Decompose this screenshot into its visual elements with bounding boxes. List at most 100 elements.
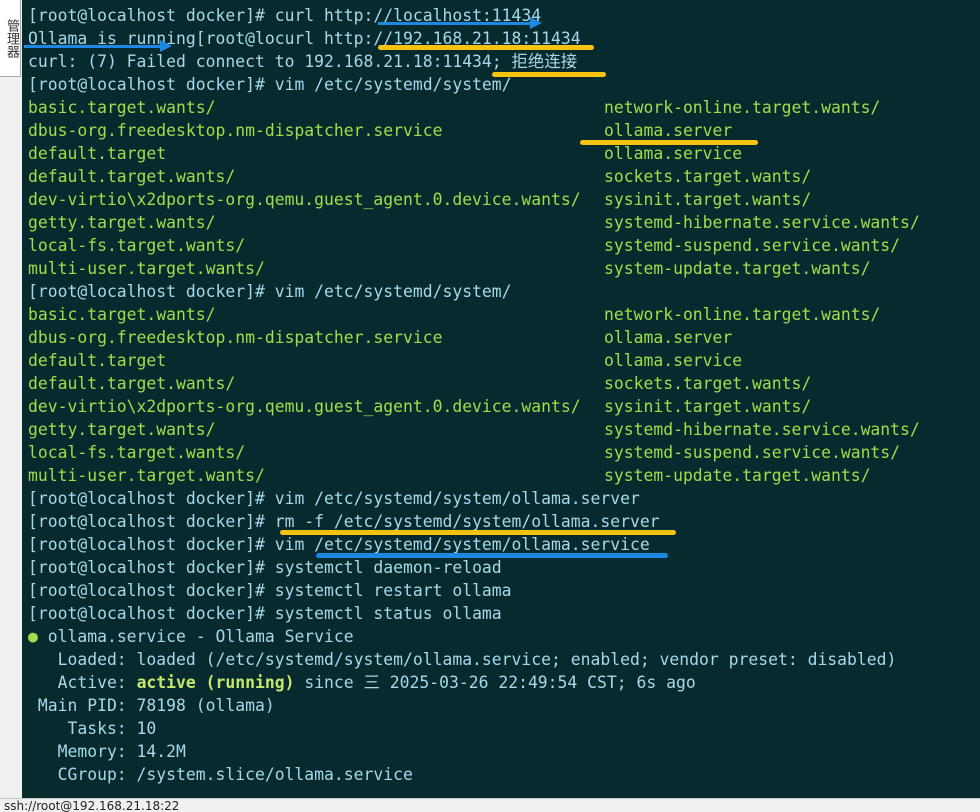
- listing-entry: getty.target.wants/: [28, 420, 216, 439]
- listing-row: default.target ollama.service: [28, 349, 742, 372]
- listing-row: default.target ollama.service: [28, 142, 742, 165]
- listing-entry: dev-virtio\x2dports-org.qemu.guest_agent…: [28, 190, 581, 209]
- listing-entry: sockets.target.wants/: [604, 167, 812, 186]
- status-line: Active: active (running) since 三 2025-03…: [28, 671, 696, 694]
- listing-entry: systemd-hibernate.service.wants/: [604, 420, 920, 439]
- terminal-window[interactable]: [root@localhost docker]# curl http://loc…: [22, 0, 980, 798]
- listing-entry: default.target: [28, 351, 167, 370]
- listing-row: local-fs.target.wants/systemd-suspend.se…: [28, 234, 900, 257]
- command-text: systemctl status ollama: [274, 604, 502, 623]
- memory-usage: Memory: 14.2M: [28, 742, 186, 761]
- listing-entry: systemd-suspend.service.wants/: [604, 443, 901, 462]
- annotation-underline-yellow: [580, 140, 758, 145]
- listing-entry: network-online.target.wants/: [604, 98, 881, 117]
- terminal-line: [root@localhost docker]# vim /etc/system…: [28, 487, 640, 510]
- listing-entry: ollama.service: [604, 144, 743, 163]
- listing-entry: sysinit.target.wants/: [604, 397, 812, 416]
- listing-row: multi-user.target.wants/system-update.ta…: [28, 464, 870, 487]
- status-line: Memory: 14.2M: [28, 740, 186, 763]
- listing-row: dbus-org.freedesktop.nm-dispatcher.servi…: [28, 119, 732, 142]
- status-line: ● ollama.service - Ollama Service: [28, 625, 354, 648]
- listing-entry: systemd-hibernate.service.wants/: [604, 213, 920, 232]
- command-text: vim /etc/systemd/system/ollama.server: [274, 489, 640, 508]
- command-text: vim /etc/systemd/system/ollama.service: [274, 535, 650, 554]
- listing-entry: sysinit.target.wants/: [604, 190, 812, 209]
- shell-prompt: [root@localhost docker]#: [28, 558, 275, 577]
- cgroup-path: CGroup: /system.slice/ollama.service: [28, 765, 413, 784]
- active-state: active (running): [136, 673, 295, 692]
- listing-row: basic.target.wants/network-online.target…: [28, 96, 880, 119]
- listing-entry: system-update.target.wants/: [604, 466, 871, 485]
- active-since: since 三 2025-03-26 22:49:54 CST; 6s ago: [294, 673, 696, 692]
- shell-prompt: [root@localhost docker]#: [28, 75, 275, 94]
- listing-entry: default.target.wants/: [28, 167, 236, 186]
- listing-entry: ollama.service: [604, 351, 743, 370]
- listing-entry: default.target.wants/: [28, 374, 236, 393]
- status-line: Loaded: loaded (/etc/systemd/system/olla…: [28, 648, 897, 671]
- listing-entry: basic.target.wants/: [28, 305, 216, 324]
- listing-entry: network-online.target.wants/: [604, 305, 881, 324]
- terminal-line: curl: (7) Failed connect to 192.168.21.1…: [28, 50, 577, 73]
- annotation-arrow: [378, 17, 542, 29]
- listing-row: getty.target.wants/systemd-hibernate.ser…: [28, 418, 920, 441]
- listing-entry: dbus-org.freedesktop.nm-dispatcher.servi…: [28, 121, 443, 140]
- main-pid: Main PID: 78198 (ollama): [28, 696, 275, 715]
- shell-prompt: [root@localhost docker]#: [28, 6, 275, 25]
- listing-row: dbus-org.freedesktop.nm-dispatcher.servi…: [28, 326, 732, 349]
- listing-row: default.target.wants/sockets.target.want…: [28, 372, 811, 395]
- annotation-underline-yellow: [492, 72, 606, 77]
- listing-row: dev-virtio\x2dports-org.qemu.guest_agent…: [28, 395, 811, 418]
- listing-row: local-fs.target.wants/systemd-suspend.se…: [28, 441, 900, 464]
- shell-prompt: [root@localhost docker]#: [28, 581, 275, 600]
- listing-entry: local-fs.target.wants/: [28, 443, 246, 462]
- command-text: vim /etc/systemd/system/: [274, 282, 512, 301]
- listing-entry: multi-user.target.wants/: [28, 259, 265, 278]
- listing-row: dev-virtio\x2dports-org.qemu.guest_agent…: [28, 188, 811, 211]
- command-text: systemctl restart ollama: [274, 581, 512, 600]
- listing-row: basic.target.wants/network-online.target…: [28, 303, 880, 326]
- annotation-underline-yellow: [280, 530, 676, 535]
- connection-address: ssh://root@192.168.21.18:22: [4, 799, 180, 812]
- listing-entry: dev-virtio\x2dports-org.qemu.guest_agent…: [28, 397, 581, 416]
- shell-prompt: [root@localhost docker]#: [28, 282, 275, 301]
- listing-entry: system-update.target.wants/: [604, 259, 871, 278]
- listing-entry: dbus-org.freedesktop.nm-dispatcher.servi…: [28, 328, 443, 347]
- output-text: curl: (7) Failed connect to 192.168.21.1…: [28, 52, 512, 71]
- terminal-line: [root@localhost docker]# vim /etc/system…: [28, 280, 512, 303]
- listing-row: multi-user.target.wants/system-update.ta…: [28, 257, 870, 280]
- command-text: vim /etc/systemd/system/: [274, 75, 512, 94]
- command-text: rm -f /etc/systemd/system/ollama.server: [274, 512, 660, 531]
- service-title: ollama.service - Ollama Service: [37, 627, 354, 646]
- shell-prompt: [root@localhost docker]#: [28, 489, 275, 508]
- active-label: Active:: [28, 673, 137, 692]
- shell-prompt: [root@localhost docker]#: [28, 604, 275, 623]
- listing-entry: ollama.server: [604, 121, 733, 140]
- listing-entry: default.target: [28, 144, 167, 163]
- terminal-line: [root@localhost docker]# systemctl resta…: [28, 579, 512, 602]
- shell-prompt: [root@localhost docker]#: [28, 512, 275, 531]
- listing-row: getty.target.wants/systemd-hibernate.ser…: [28, 211, 920, 234]
- error-text-cn: 拒绝连接: [511, 52, 578, 71]
- terminal-line: [root@localhost docker]# systemctl daemo…: [28, 556, 502, 579]
- listing-entry: ollama.server: [604, 328, 733, 347]
- annotation-underline-yellow: [378, 45, 594, 50]
- terminal-line: [root@localhost docker]# systemctl statu…: [28, 602, 502, 625]
- side-panel-tab[interactable]: 管理器: [0, 0, 21, 77]
- loaded-text: Loaded: loaded (/etc/systemd/system/olla…: [28, 650, 897, 669]
- status-line: Tasks: 10: [28, 717, 156, 740]
- status-line: CGroup: /system.slice/ollama.service: [28, 763, 413, 786]
- listing-entry: getty.target.wants/: [28, 213, 216, 232]
- listing-entry: basic.target.wants/: [28, 98, 216, 117]
- listing-entry: sockets.target.wants/: [604, 374, 812, 393]
- command-text: systemctl daemon-reload: [274, 558, 502, 577]
- listing-row: default.target.wants/sockets.target.want…: [28, 165, 811, 188]
- listing-entry: systemd-suspend.service.wants/: [604, 236, 901, 255]
- listing-entry: multi-user.target.wants/: [28, 466, 265, 485]
- annotation-underline-blue: [316, 553, 668, 558]
- status-line: Main PID: 78198 (ollama): [28, 694, 275, 717]
- terminal-line: [root@localhost docker]# vim /etc/system…: [28, 73, 512, 96]
- tasks-count: Tasks: 10: [28, 719, 157, 738]
- shell-prompt: [root@localhost docker]#: [28, 535, 275, 554]
- annotation-arrow: [24, 40, 172, 52]
- side-panel-tab-label: 管理器: [4, 18, 19, 58]
